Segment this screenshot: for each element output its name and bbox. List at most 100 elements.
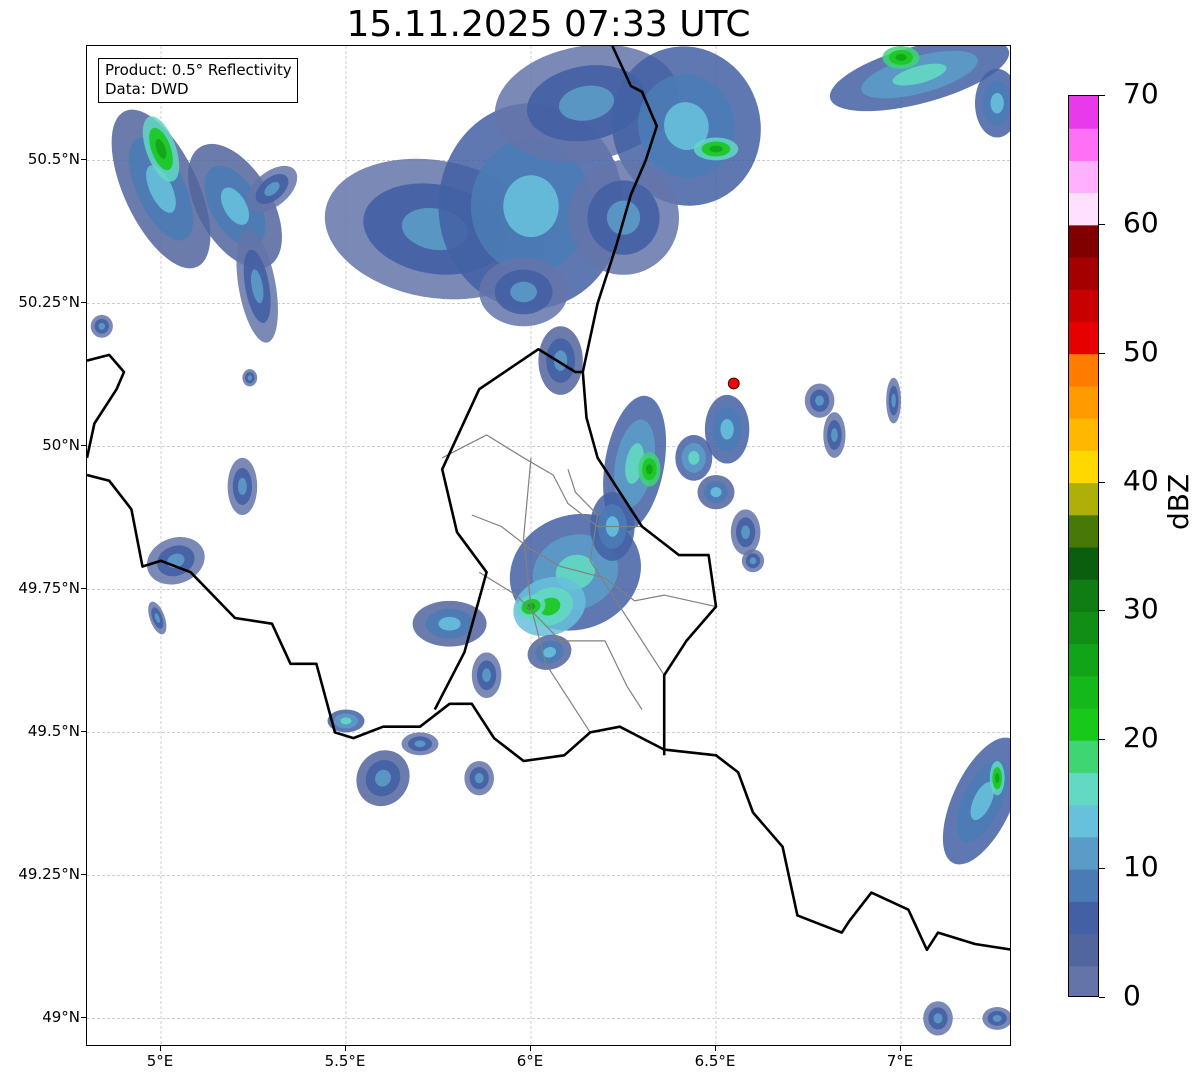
colorbar-band	[1069, 321, 1098, 355]
radar-site-dot	[727, 377, 740, 390]
colorbar-band	[1069, 965, 1098, 996]
lat-tick-mark	[81, 731, 86, 733]
colorbar-tick-label: 40	[1123, 463, 1159, 497]
colorbar-band	[1069, 547, 1098, 580]
lat-tick-mark	[81, 302, 86, 304]
echo-cell	[804, 383, 835, 418]
lon-tick-mark	[900, 1046, 901, 1051]
colorbar-band	[1069, 643, 1098, 677]
echo-cell	[741, 549, 765, 573]
colorbar-tick-mark	[1099, 223, 1105, 225]
colorbar-band	[1069, 385, 1098, 419]
colorbar-band	[1069, 128, 1098, 161]
colorbar-band	[1069, 450, 1098, 484]
colorbar-tick-label: 70	[1123, 77, 1159, 110]
colorbar-tick-mark	[1099, 352, 1105, 354]
echo-cell	[242, 369, 258, 387]
lat-tick-label: 49°N	[42, 1008, 80, 1027]
lon-tick-label: 6.5°E	[694, 1052, 736, 1070]
colorbar-band	[1069, 933, 1098, 967]
colorbar-tick-label: 60	[1123, 205, 1159, 239]
lat-tick-mark	[81, 874, 86, 876]
product-label: Product: 0.5° Reflectivity	[105, 61, 292, 79]
colorbar-tick-mark	[1099, 481, 1105, 483]
colorbar-band	[1069, 772, 1098, 806]
colorbar-band	[1069, 901, 1098, 935]
echo-cell	[886, 377, 901, 424]
echo-cell	[227, 457, 258, 516]
colorbar-band	[1069, 740, 1098, 773]
colorbar-tick-mark	[1099, 997, 1105, 998]
lat-tick-label: 50.5°N	[27, 150, 80, 169]
echo-cell	[923, 1001, 953, 1036]
colorbar-bands	[1069, 96, 1098, 996]
colorbar-tick-mark	[1099, 739, 1105, 741]
lon-tick-mark	[530, 1046, 531, 1051]
echo-cell	[693, 137, 739, 161]
lon-tick-mark	[345, 1046, 346, 1051]
colorbar-tick-mark	[1099, 868, 1105, 870]
colorbar-band	[1069, 804, 1098, 838]
echo-cell	[464, 761, 495, 796]
colorbar-band	[1069, 418, 1098, 451]
echo-cell	[989, 761, 1005, 796]
colorbar-band	[1069, 192, 1098, 226]
lon-tick-mark	[715, 1046, 716, 1051]
product-info-box: Product: 0.5° Reflectivity Data: DWD	[98, 58, 298, 103]
lat-tick-mark	[81, 588, 86, 590]
colorbar-band	[1069, 836, 1098, 870]
lat-tick-mark	[81, 445, 86, 447]
country-border	[87, 353, 126, 459]
colorbar	[1068, 95, 1099, 997]
reflectivity-echoes	[90, 46, 1010, 1036]
colorbar-tick-mark	[1099, 610, 1105, 612]
colorbar-band	[1069, 579, 1098, 612]
colorbar-band	[1069, 675, 1098, 709]
lat-tick-label: 50°N	[42, 436, 80, 455]
data-source-label: Data: DWD	[105, 80, 189, 98]
echo-cell	[982, 1006, 1010, 1030]
echo-cell	[148, 601, 167, 635]
echo-cell	[527, 634, 572, 670]
colorbar-band	[1069, 353, 1098, 387]
map-panel[interactable]: Product: 0.5° Reflectivity Data: DWD	[86, 45, 1011, 1046]
lon-tick-label: 6°E	[516, 1052, 544, 1070]
echo-cell	[704, 394, 750, 464]
colorbar-band	[1069, 160, 1098, 194]
lat-tick-mark	[81, 1017, 86, 1019]
colorbar-unit-label: dBZ	[1162, 473, 1195, 530]
colorbar-tick-label: 30	[1123, 592, 1159, 626]
colorbar-tick-mark	[1099, 95, 1105, 96]
colorbar-band	[1069, 869, 1098, 902]
echo-cell	[823, 412, 846, 458]
colorbar-tick-label: 10	[1123, 850, 1159, 884]
colorbar-tick-label: 20	[1123, 721, 1159, 755]
colorbar-band	[1069, 611, 1098, 645]
echo-cell	[538, 326, 583, 395]
lat-tick-mark	[81, 159, 86, 161]
colorbar-band	[1069, 96, 1098, 129]
lat-tick-label: 49.5°N	[27, 722, 80, 741]
echo-cell	[730, 509, 761, 556]
lon-tick-mark	[160, 1046, 161, 1051]
echo-cell	[90, 314, 113, 338]
echo-cell	[882, 46, 920, 69]
colorbar-band	[1069, 289, 1098, 322]
colorbar-band	[1069, 482, 1098, 516]
colorbar-tick-label: 50	[1123, 334, 1159, 368]
lat-tick-label: 49.25°N	[18, 865, 80, 884]
colorbar-band	[1069, 224, 1098, 258]
echo-cell	[697, 475, 735, 510]
colorbar-band	[1069, 257, 1098, 290]
lat-tick-label: 50.25°N	[18, 293, 80, 312]
map-title: 15.11.2025 07:33 UTC	[346, 4, 751, 45]
radar-map[interactable]	[87, 46, 1011, 1046]
lon-tick-label: 7°E	[886, 1052, 914, 1070]
echo-cell	[942, 737, 1010, 865]
echo-cell	[401, 732, 439, 756]
colorbar-band	[1069, 514, 1098, 548]
radar-site-marker[interactable]	[727, 377, 740, 390]
echo-cell	[471, 652, 502, 699]
colorbar-tick-label: 0	[1123, 979, 1141, 1012]
echo-cell	[479, 257, 568, 327]
